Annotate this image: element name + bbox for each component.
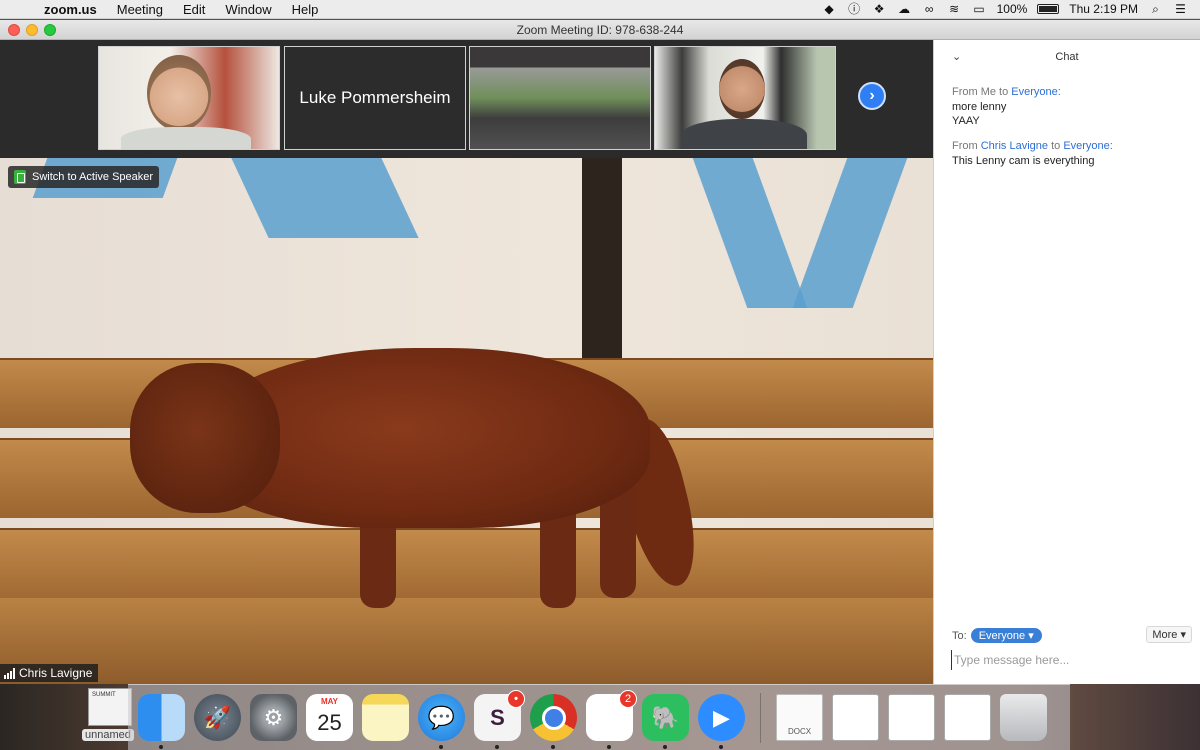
chrome-icon[interactable] [530, 694, 577, 749]
window-controls [0, 23, 56, 36]
cloud-status-icon[interactable]: ☁ [897, 2, 912, 16]
minimized-window-icon[interactable] [944, 694, 991, 741]
info-status-icon[interactable]: ⓘ [847, 2, 862, 16]
calendar-icon[interactable]: MAY 25 [306, 694, 353, 741]
participant-name: Luke Pommersheim [299, 88, 451, 107]
close-window-button[interactable] [8, 23, 20, 36]
participant-name-tile[interactable]: Luke Pommersheim [284, 46, 466, 150]
next-page-button[interactable]: › [858, 82, 886, 110]
recipient-link[interactable]: Everyone: [1063, 140, 1113, 152]
message-line: YAAY [952, 115, 980, 127]
minimize-window-button[interactable] [26, 23, 38, 36]
wall-letter-shape [792, 158, 908, 308]
active-speaker-video[interactable]: Switch to Active Speaker Chris Lavigne [0, 158, 933, 684]
slack-badge: • [507, 690, 525, 708]
desktop-thumb-text: SUMMIT [92, 692, 116, 698]
participant-video-tile[interactable] [98, 46, 280, 150]
creative-cloud-icon[interactable]: ∞ [922, 2, 937, 16]
switch-to-active-speaker-button[interactable]: Switch to Active Speaker [8, 166, 160, 188]
menu-app-name[interactable]: zoom.us [40, 2, 107, 17]
wall-letter-shape [692, 158, 808, 308]
speaker-view-icon [14, 170, 26, 184]
spotlight-search-icon[interactable]: ⌕ [1148, 2, 1163, 16]
notification-center-icon[interactable]: ☰ [1173, 2, 1188, 16]
menu-window[interactable]: Window [215, 2, 281, 17]
signal-strength-icon [4, 667, 15, 679]
chat-message-meta: From Chris Lavigne to Everyone: [952, 140, 1182, 152]
slack-icon[interactable]: S • [474, 690, 525, 749]
chat-message-meta: From Me to Everyone: [952, 86, 1182, 98]
sender-link[interactable]: Chris Lavigne [981, 140, 1048, 152]
dropbox-status-icon[interactable]: ❖ [872, 2, 887, 16]
recipient-link[interactable]: Everyone: [1011, 86, 1061, 98]
minimized-window-icon[interactable] [832, 694, 879, 741]
desktop-file-thumbnail[interactable]: SUMMIT [88, 688, 132, 726]
desktop-file-label[interactable]: unnamed [82, 729, 134, 741]
message-to-word: to [1051, 140, 1061, 152]
trash-icon[interactable] [1000, 694, 1047, 741]
menu-bar: zoom.us Meeting Edit Window Help ◆ ⓘ ❖ ☁… [0, 0, 1200, 19]
wall-letter-shape [231, 158, 419, 238]
chat-header: ⌄ Chat [934, 40, 1200, 74]
speaker-name-tag: Chris Lavigne [0, 664, 99, 682]
window-title: Zoom Meeting ID: 978-638-244 [516, 22, 684, 37]
chat-recipient-row: To: Everyone ▾ [952, 628, 1042, 643]
wall-pillar [582, 158, 622, 388]
switch-label: Switch to Active Speaker [32, 171, 154, 183]
message-from: From [952, 140, 978, 152]
dock: 🚀 ⚙ MAY 25 💬 S • 2 🐘 ▶ DOCX [128, 684, 1070, 750]
zoom-app-icon[interactable]: ▶ [698, 694, 745, 749]
more-options-button[interactable]: More ▾ [1146, 626, 1192, 643]
floor-step [0, 598, 933, 684]
message-from: From Me to [952, 86, 1009, 98]
docx-file-icon[interactable]: DOCX [776, 694, 823, 741]
menu-edit[interactable]: Edit [173, 2, 215, 17]
finder-icon[interactable] [138, 694, 185, 749]
dog-head [130, 363, 280, 513]
calendar-day: 25 [317, 709, 342, 735]
chat-message: From Chris Lavigne to Everyone: This Len… [934, 140, 1200, 168]
message-line: This Lenny cam is everything [952, 155, 1095, 167]
zoom-meeting-window: Zoom Meeting ID: 978-638-244 Luke Pommer… [0, 20, 1200, 684]
evernote-status-icon[interactable]: ◆ [822, 2, 837, 16]
system-preferences-icon[interactable]: ⚙ [250, 694, 297, 741]
menubar-clock[interactable]: Thu 2:19 PM [1069, 2, 1138, 16]
participant-video-tile[interactable] [654, 46, 836, 150]
video-area: Luke Pommersheim › Switch to Active Spea… [0, 40, 933, 684]
reminders-icon[interactable]: 2 [586, 690, 637, 749]
chevron-down-icon[interactable]: ⌄ [952, 50, 961, 63]
dock-separator [760, 692, 761, 743]
participant-gallery-strip: Luke Pommersheim › [0, 40, 933, 158]
evernote-icon[interactable]: 🐘 [642, 694, 689, 749]
title-bar[interactable]: Zoom Meeting ID: 978-638-244 [0, 20, 1200, 40]
participant-video-tile[interactable] [469, 46, 651, 150]
menu-meeting[interactable]: Meeting [107, 2, 173, 17]
chevron-right-icon: › [869, 87, 875, 104]
chat-message: From Me to Everyone: more lenny YAAY [934, 86, 1200, 128]
launchpad-icon[interactable]: 🚀 [194, 694, 241, 741]
chat-message-input[interactable] [951, 650, 1191, 670]
battery-percent: 100% [996, 2, 1028, 16]
notes-icon[interactable] [362, 694, 409, 741]
message-line: more lenny [952, 101, 1007, 113]
battery-icon[interactable] [1037, 4, 1060, 14]
airplay-icon[interactable]: ▭ [972, 2, 987, 16]
wifi-icon[interactable]: ≋ [947, 2, 962, 16]
to-label: To: [952, 629, 967, 642]
zoom-window-button[interactable] [44, 23, 56, 36]
recipient-dropdown[interactable]: Everyone ▾ [970, 628, 1042, 643]
chat-panel: ⌄ Chat From Me to Everyone: more lenny Y… [933, 40, 1200, 684]
speaker-name: Chris Lavigne [19, 666, 93, 680]
reminders-badge: 2 [619, 690, 637, 708]
menu-extras: ◆ ⓘ ❖ ☁ ∞ ≋ ▭ 100% Thu 2:19 PM ⌕ ☰ [822, 2, 1200, 16]
menu-help[interactable]: Help [282, 2, 329, 17]
messages-icon[interactable]: 💬 [418, 694, 465, 749]
calendar-month: MAY [320, 697, 339, 706]
docx-label: DOCX [787, 727, 812, 736]
bench-row [0, 528, 933, 608]
minimized-window-icon[interactable] [888, 694, 935, 741]
chat-title: Chat [1055, 51, 1079, 63]
